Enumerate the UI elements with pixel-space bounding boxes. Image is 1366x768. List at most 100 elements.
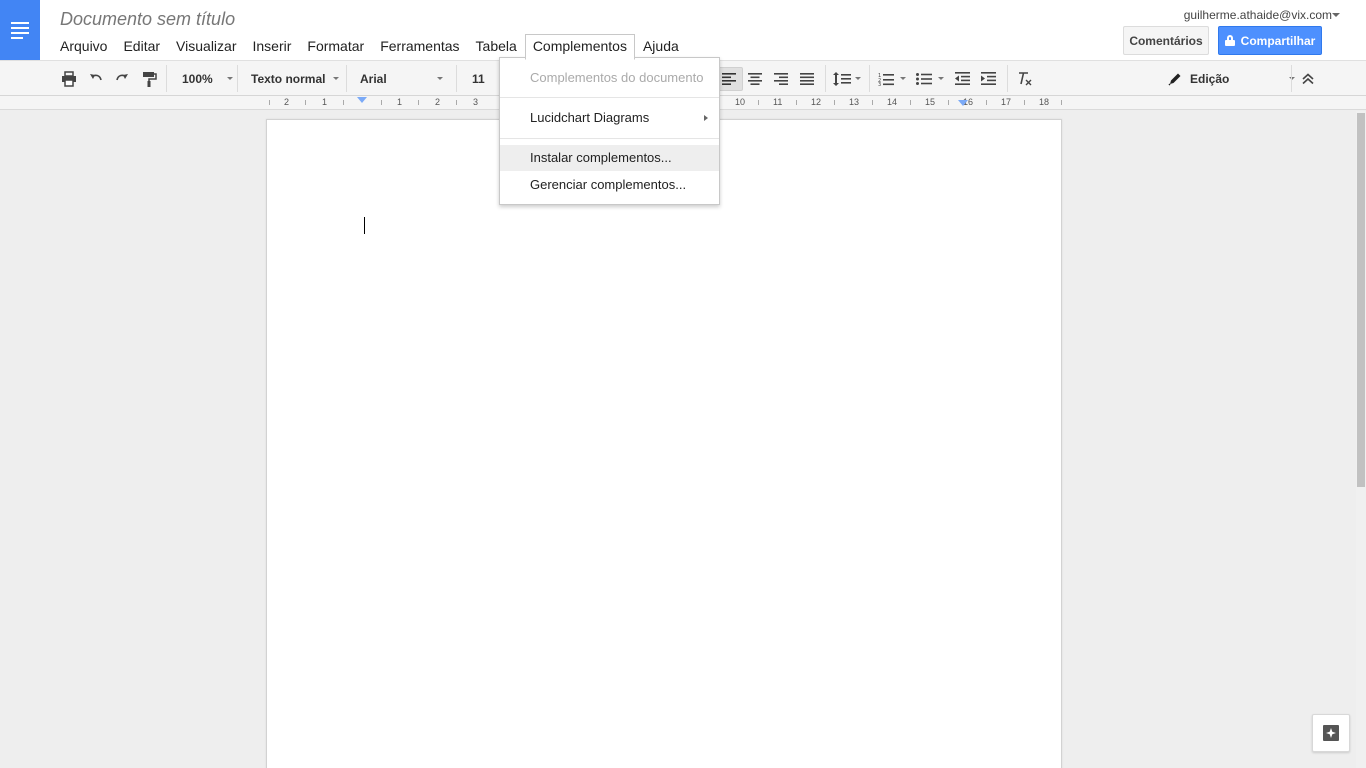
- share-button-label: Compartilhar: [1240, 33, 1316, 48]
- ruler-number: 1: [322, 97, 328, 107]
- account-email[interactable]: guilherme.athaide@vix.com: [1184, 8, 1332, 22]
- toolbar-divider: [237, 65, 238, 92]
- document-title[interactable]: Documento sem título: [60, 9, 235, 30]
- chevron-down-icon: [226, 77, 233, 80]
- app-header: Documento sem título Arquivo Editar Visu…: [0, 0, 1366, 60]
- zoom-value: 100%: [182, 71, 213, 86]
- align-right-icon[interactable]: [774, 61, 788, 96]
- lock-icon: [1224, 35, 1235, 46]
- menu-ferramentas[interactable]: Ferramentas: [372, 34, 467, 58]
- redo-icon[interactable]: [114, 61, 130, 96]
- docs-home-icon[interactable]: [0, 0, 40, 60]
- comments-button[interactable]: Comentários: [1123, 26, 1209, 55]
- chevron-down-icon: [855, 77, 861, 80]
- numbered-list-icon[interactable]: 123: [878, 61, 906, 96]
- ruler-number: 3: [473, 97, 479, 107]
- toolbar-divider: [346, 65, 347, 92]
- right-indent-marker[interactable]: [958, 100, 968, 106]
- toolbar-divider: [869, 65, 870, 92]
- decrease-indent-icon[interactable]: [955, 61, 970, 96]
- ruler-tick: [910, 100, 911, 105]
- ruler-tick: [986, 100, 987, 105]
- ruler-tick: [343, 100, 344, 105]
- ruler-tick: [1024, 100, 1025, 105]
- ruler-number: 2: [435, 97, 441, 107]
- paint-format-icon[interactable]: [141, 61, 157, 96]
- zoom-select[interactable]: 100%: [182, 61, 233, 96]
- font-size-value: 11: [472, 71, 485, 86]
- menu-separator: [500, 97, 719, 98]
- menu-formatar[interactable]: Formatar: [299, 34, 372, 58]
- style-select[interactable]: Texto normal: [251, 61, 340, 96]
- ruler-number: 2: [284, 97, 290, 107]
- toolbar-divider: [456, 65, 457, 92]
- font-size-select[interactable]: 11: [472, 61, 485, 96]
- toolbar-divider: [1291, 65, 1292, 92]
- undo-icon[interactable]: [88, 61, 104, 96]
- share-button[interactable]: Compartilhar: [1218, 26, 1322, 55]
- menu-tabela[interactable]: Tabela: [468, 34, 525, 58]
- ruler-number: 12: [811, 97, 822, 107]
- ruler-tick: [758, 100, 759, 105]
- toolbar-divider: [825, 65, 826, 92]
- svg-text:3: 3: [878, 82, 881, 86]
- submenu-arrow-icon: [704, 115, 708, 121]
- toolbar-divider: [166, 65, 167, 92]
- menu-item-manage-addons[interactable]: Gerenciar complementos...: [500, 172, 719, 198]
- ruler-number: 14: [887, 97, 898, 107]
- ruler-tick: [834, 100, 835, 105]
- ruler-number: 17: [1001, 97, 1012, 107]
- align-center-icon[interactable]: [748, 61, 762, 96]
- style-value: Texto normal: [251, 71, 326, 86]
- font-select[interactable]: Arial: [360, 61, 443, 96]
- vertical-scrollbar[interactable]: [1356, 111, 1366, 768]
- ruler-tick: [1061, 100, 1062, 105]
- menu-visualizar[interactable]: Visualizar: [168, 34, 244, 58]
- font-value: Arial: [360, 71, 387, 86]
- scrollbar-thumb[interactable]: [1357, 113, 1365, 487]
- chevron-down-icon: [900, 77, 906, 80]
- menu-bar: Arquivo Editar Visualizar Inserir Format…: [52, 34, 687, 60]
- explore-icon: [1323, 725, 1339, 741]
- editing-mode-select[interactable]: Edição: [1168, 61, 1296, 96]
- menu-item-lucidchart[interactable]: Lucidchart Diagrams: [500, 105, 719, 131]
- ruler-number: 13: [849, 97, 860, 107]
- ruler-number: 10: [735, 97, 746, 107]
- ruler-tick: [381, 100, 382, 105]
- bulleted-list-icon[interactable]: [916, 61, 944, 96]
- chevron-down-icon: [436, 77, 443, 80]
- align-justify-icon[interactable]: [800, 61, 814, 96]
- ruler-tick: [948, 100, 949, 105]
- menu-inserir[interactable]: Inserir: [244, 34, 299, 58]
- menu-item-install-addons[interactable]: Instalar complementos...: [500, 145, 719, 171]
- ruler-number: 15: [925, 97, 936, 107]
- document-page[interactable]: [266, 119, 1062, 768]
- menu-item-label: Lucidchart Diagrams: [530, 110, 650, 125]
- account-caret-icon[interactable]: [1332, 13, 1340, 17]
- explore-button[interactable]: [1312, 714, 1350, 752]
- menu-arquivo[interactable]: Arquivo: [52, 34, 115, 58]
- chevron-down-icon: [333, 77, 340, 80]
- ruler-tick: [305, 100, 306, 105]
- menu-editar[interactable]: Editar: [115, 34, 168, 58]
- increase-indent-icon[interactable]: [981, 61, 996, 96]
- clear-formatting-icon[interactable]: [1017, 61, 1033, 96]
- menu-separator: [500, 138, 719, 139]
- menu-item-document-addons: Complementos do documento: [530, 70, 704, 85]
- print-icon[interactable]: [61, 61, 77, 96]
- editing-mode-value: Edição: [1190, 71, 1230, 86]
- ruler-tick: [418, 100, 419, 105]
- ruler-number: 11: [773, 97, 783, 107]
- toolbar-divider: [1007, 65, 1008, 92]
- menu-complementos[interactable]: Complementos: [524, 34, 635, 60]
- left-indent-marker[interactable]: [357, 97, 367, 103]
- line-spacing-icon[interactable]: [833, 61, 861, 96]
- ruler-tick: [796, 100, 797, 105]
- ruler-tick: [456, 100, 457, 105]
- ruler-tick: [872, 100, 873, 105]
- collapse-menus-icon[interactable]: [1302, 61, 1314, 96]
- pencil-icon: [1168, 73, 1181, 86]
- ruler-number: 18: [1039, 97, 1050, 107]
- ruler-number: 1: [397, 97, 403, 107]
- menu-ajuda[interactable]: Ajuda: [635, 34, 687, 58]
